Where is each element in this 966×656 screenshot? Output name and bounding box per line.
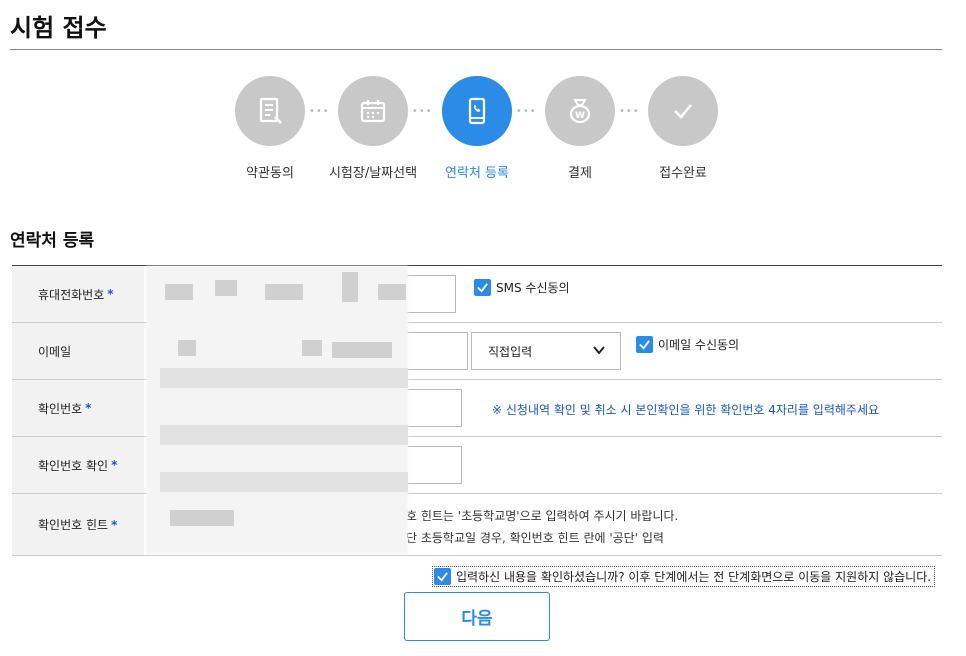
step-label-terms: 약관동의	[246, 166, 294, 181]
phone-input[interactable]	[404, 275, 456, 313]
title-divider	[10, 49, 942, 50]
step-label-venue-date: 시험장/날짜선택	[328, 166, 418, 181]
hint-note-line-1: 호 힌트는 '초등학교명'으로 입력하여 주시기 바랍니다.	[406, 509, 679, 523]
hint-note-line-2: 단 초등학교일 경우, 확인번호 힌트 란에 '공단' 입력	[406, 531, 664, 545]
verify-note: ※ 신청내역 확인 및 취소 시 본인확인을 위한 확인번호 4자리를 입력해주…	[492, 403, 880, 417]
calendar-icon	[360, 100, 386, 123]
redacted-block	[215, 280, 237, 296]
step-label-complete: 접수완료	[659, 166, 707, 181]
checkbox-checked-icon	[474, 279, 491, 296]
confirm-text: 입력하신 내용을 확인하셨습니까? 이후 단계에서는 전 단계화면으로 이동을 …	[456, 570, 932, 584]
page-title: 시험 접수	[10, 14, 107, 42]
redacted-bar	[160, 425, 408, 445]
required-mark: *	[107, 287, 114, 301]
phone-label: 휴대전화번호 *	[12, 266, 144, 322]
verify-confirm-input[interactable]	[404, 446, 462, 484]
required-mark: *	[111, 517, 118, 532]
step-venue-date	[338, 76, 408, 146]
redacted-block	[265, 284, 303, 300]
required-mark: *	[111, 458, 118, 472]
step-indicator: ••• ••• ••• W ••• 약관동의 시험장/날짜선택 연락처 등록 결…	[0, 76, 966, 186]
redacted-block	[302, 340, 322, 356]
step-connector: •••	[309, 106, 330, 117]
step-connector: •••	[619, 106, 640, 117]
step-terms	[235, 76, 305, 146]
redacted-block	[378, 284, 406, 300]
hint-label: 확인번호 힌트 *	[12, 494, 144, 555]
step-label-payment: 결제	[568, 166, 592, 181]
step-label-contact: 연락처 등록	[445, 166, 509, 181]
required-mark: *	[85, 401, 92, 415]
redacted-bar	[160, 368, 408, 388]
svg-text:W: W	[575, 111, 585, 121]
step-complete	[648, 76, 718, 146]
email-label: 이메일	[12, 323, 144, 379]
redacted-block	[178, 340, 196, 356]
email-domain-select[interactable]: 직접입력	[471, 332, 621, 370]
phone-icon	[468, 97, 486, 125]
email-consent-checkbox[interactable]: 이메일 수신동의	[636, 336, 739, 353]
checkbox-checked-icon	[636, 336, 653, 353]
verify-confirm-label: 확인번호 확인 *	[12, 437, 144, 493]
document-icon	[259, 97, 282, 124]
step-contact	[442, 76, 512, 146]
redacted-block	[165, 284, 193, 300]
sms-consent-checkbox[interactable]: SMS 수신동의	[474, 279, 570, 296]
redacted-bar	[160, 472, 408, 492]
redacted-block	[332, 342, 392, 358]
redacted-block	[170, 510, 234, 526]
checkbox-checked-icon	[434, 568, 451, 585]
check-icon	[674, 104, 692, 119]
section-title: 연락처 등록	[10, 231, 95, 251]
money-bag-icon: W	[569, 99, 591, 124]
verify-input[interactable]	[404, 389, 462, 427]
confirm-checkbox[interactable]: 입력하신 내용을 확인하셨습니까? 이후 단계에서는 전 단계화면으로 이동을 …	[432, 566, 936, 587]
redacted-block	[342, 272, 358, 302]
step-payment: W	[545, 76, 615, 146]
next-button[interactable]: 다음	[404, 592, 550, 641]
step-connector: •••	[412, 106, 433, 117]
chevron-down-icon	[593, 346, 605, 355]
verify-label: 확인번호 *	[12, 380, 144, 436]
step-connector: •••	[516, 106, 537, 117]
email-domain-input[interactable]	[404, 332, 468, 370]
